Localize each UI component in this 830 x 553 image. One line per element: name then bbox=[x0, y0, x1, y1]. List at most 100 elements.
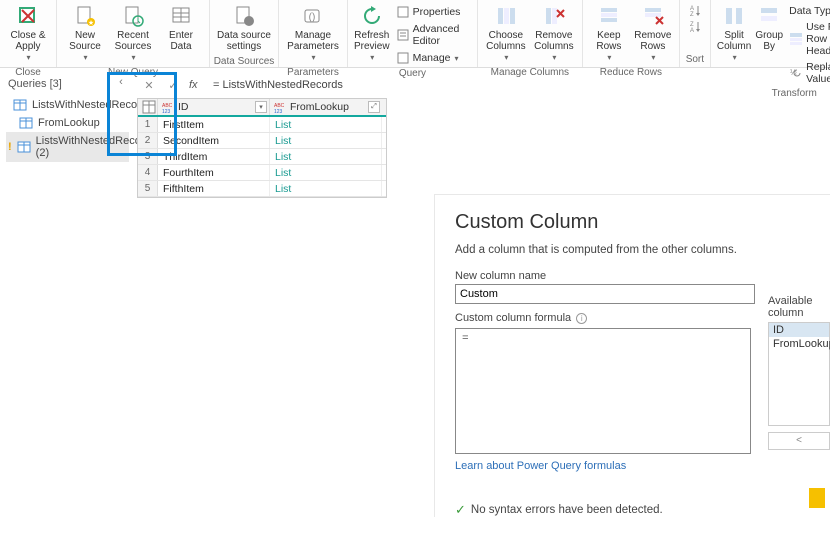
available-column-item[interactable]: ID bbox=[769, 323, 829, 337]
formula-text[interactable]: = ListsWithNestedRecords bbox=[213, 79, 826, 91]
ribbon: Close & Apply ▾ Close ★ New Source ▾ Rec… bbox=[0, 0, 830, 68]
query-item[interactable]: !ListsWithNestedRecords (2) bbox=[6, 132, 129, 162]
grid-header: ABC123 ID ▾ ABC123 FromLookup ⤢ bbox=[138, 99, 386, 117]
advanced-editor-button[interactable]: Advanced Editor bbox=[394, 22, 471, 48]
close-apply-button[interactable]: Close & Apply ▾ bbox=[6, 2, 50, 65]
table-row[interactable]: 3ThirdItemList bbox=[138, 149, 386, 165]
sort-asc-button[interactable]: AZ bbox=[686, 2, 704, 18]
cell-id[interactable]: SecondItem bbox=[158, 133, 270, 148]
available-columns-label: Available column bbox=[768, 295, 830, 319]
cell-id[interactable]: FourthItem bbox=[158, 165, 270, 180]
warn-icon: ! bbox=[8, 141, 12, 153]
check-icon: ✓ bbox=[455, 502, 466, 518]
table-row[interactable]: 2SecondItemList bbox=[138, 133, 386, 149]
choose-columns-icon bbox=[494, 4, 518, 28]
formula-cancel-icon[interactable]: ✕ bbox=[141, 79, 157, 92]
fx-icon[interactable]: fx bbox=[189, 79, 205, 91]
dialog-subtitle: Add a column that is computed from the o… bbox=[455, 244, 830, 256]
manage-parameters-button[interactable]: () Manage Parameters ▾ bbox=[285, 2, 341, 65]
dropdown-caret: ▾ bbox=[552, 52, 556, 63]
close-apply-label: Close & Apply bbox=[10, 30, 45, 52]
formula-commit-icon[interactable]: ✓ bbox=[165, 79, 181, 92]
refresh-preview-button[interactable]: Refresh Preview ▾ bbox=[354, 2, 390, 65]
table-row[interactable]: 5FifthItemList bbox=[138, 181, 386, 197]
column-header-id-label: ID bbox=[178, 101, 189, 113]
recent-sources-button[interactable]: Recent Sources ▾ bbox=[111, 2, 155, 65]
properties-button[interactable]: Properties bbox=[394, 4, 471, 20]
recent-sources-icon bbox=[121, 4, 145, 28]
ribbon-group-parameters: () Manage Parameters ▾ Parameters bbox=[279, 0, 348, 67]
available-columns-list[interactable]: ID FromLookup bbox=[768, 322, 830, 426]
cell-id[interactable]: FifthItem bbox=[158, 181, 270, 196]
dropdown-caret: ▾ bbox=[607, 52, 611, 63]
ribbon-group-sort: AZ ZA Sort bbox=[680, 0, 711, 67]
column-expand-icon[interactable]: ⤢ bbox=[368, 101, 380, 113]
query-item[interactable]: FromLookup bbox=[6, 114, 129, 132]
dropdown-caret: ▾ bbox=[651, 52, 655, 63]
table-icon-header[interactable] bbox=[138, 99, 158, 115]
column-header-fromlookup-label: FromLookup bbox=[290, 101, 349, 113]
syntax-status: ✓ No syntax errors have been detected. bbox=[455, 502, 830, 518]
sort-desc-icon: ZA bbox=[688, 19, 702, 33]
remove-rows-button[interactable]: Remove Rows ▾ bbox=[633, 2, 673, 65]
column-header-fromlookup[interactable]: ABC123 FromLookup ⤢ bbox=[270, 99, 382, 115]
svg-text:A: A bbox=[690, 28, 694, 33]
remove-columns-button[interactable]: Remove Columns ▾ bbox=[532, 2, 576, 65]
refresh-icon bbox=[360, 4, 384, 28]
manage-parameters-label: Manage Parameters bbox=[287, 30, 339, 52]
first-row-label: Use First Row as Headers bbox=[806, 21, 830, 57]
cell-fromlookup[interactable]: List bbox=[270, 165, 382, 180]
column-dropdown-icon[interactable]: ▾ bbox=[255, 101, 267, 113]
dropdown-caret: ▾ bbox=[504, 52, 508, 63]
learn-link[interactable]: Learn about Power Query formulas bbox=[455, 460, 830, 472]
table-icon bbox=[142, 100, 156, 114]
collapse-queries-button[interactable]: ‹ bbox=[107, 72, 135, 92]
data-source-settings-button[interactable]: Data source settings bbox=[216, 2, 272, 54]
table-icon bbox=[13, 99, 27, 111]
cell-fromlookup[interactable]: List bbox=[270, 181, 382, 196]
keep-rows-button[interactable]: Keep Rows ▾ bbox=[589, 2, 629, 65]
choose-columns-button[interactable]: Choose Columns ▾ bbox=[484, 2, 528, 65]
new-column-name-label: New column name bbox=[455, 270, 830, 282]
cell-fromlookup[interactable]: List bbox=[270, 133, 382, 148]
new-column-name-input[interactable] bbox=[455, 284, 755, 304]
group-by-button[interactable]: Group By bbox=[755, 2, 783, 54]
manage-query-button[interactable]: Manage ▾ bbox=[394, 50, 471, 66]
ribbon-group-datasources: Data source settings Data Sources bbox=[210, 0, 279, 67]
column-header-id[interactable]: ABC123 ID ▾ bbox=[158, 99, 270, 115]
ribbon-group-query: Refresh Preview ▾ Properties Advanced Ed… bbox=[348, 0, 478, 67]
dropdown-caret: ▾ bbox=[733, 52, 737, 63]
recent-sources-label: Recent Sources bbox=[115, 30, 152, 52]
table-row[interactable]: 1FirstItemList bbox=[138, 117, 386, 133]
manage-query-label: Manage bbox=[413, 52, 451, 64]
insert-column-button[interactable]: < bbox=[768, 432, 830, 450]
available-column-item[interactable]: FromLookup bbox=[769, 337, 829, 351]
table-icon bbox=[19, 117, 33, 129]
split-column-icon bbox=[722, 4, 746, 28]
ribbon-group-reducerows: Keep Rows ▾ Remove Rows ▾ Reduce Rows bbox=[583, 0, 680, 67]
cell-fromlookup[interactable]: List bbox=[270, 117, 382, 132]
new-source-button[interactable]: ★ New Source ▾ bbox=[63, 2, 107, 65]
cell-id[interactable]: ThirdItem bbox=[158, 149, 270, 164]
properties-icon bbox=[396, 5, 410, 19]
first-row-headers-button[interactable]: Use First Row as Headers▾ bbox=[787, 20, 830, 58]
svg-text:123: 123 bbox=[274, 109, 283, 114]
formula-textarea[interactable]: = bbox=[455, 328, 751, 454]
new-source-label: New Source bbox=[69, 30, 101, 52]
split-column-button[interactable]: Split Column ▾ bbox=[717, 2, 751, 65]
dropdown-caret: ▾ bbox=[83, 52, 87, 63]
data-type-button[interactable]: Data Type: Any▾ bbox=[787, 4, 830, 18]
cell-id[interactable]: FirstItem bbox=[158, 117, 270, 132]
keep-rows-label: Keep Rows bbox=[596, 30, 621, 52]
dropdown-caret: ▾ bbox=[131, 52, 135, 63]
sort-desc-button[interactable]: ZA bbox=[686, 18, 704, 34]
query-item[interactable]: ListsWithNestedRecords bbox=[6, 96, 129, 114]
dropdown-caret: ▾ bbox=[26, 52, 30, 63]
info-icon[interactable]: i bbox=[576, 313, 587, 324]
ok-button[interactable] bbox=[809, 488, 825, 508]
dropdown-caret: ▾ bbox=[455, 54, 459, 63]
cell-fromlookup[interactable]: List bbox=[270, 149, 382, 164]
keep-rows-icon bbox=[597, 4, 621, 28]
enter-data-button[interactable]: Enter Data bbox=[159, 2, 203, 54]
table-row[interactable]: 4FourthItemList bbox=[138, 165, 386, 181]
